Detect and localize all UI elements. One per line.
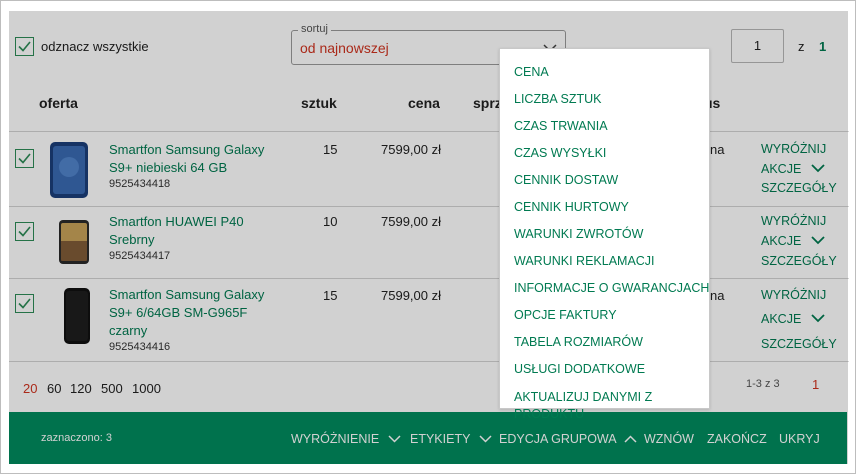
actions-link[interactable]: AKCJE	[761, 234, 825, 248]
bulk-edit-menu[interactable]: EDYCJA GRUPOWA	[499, 432, 637, 446]
page-size-120[interactable]: 120	[70, 381, 92, 396]
selected-count: zaznaczono: 3	[41, 432, 112, 444]
header-sales[interactable]: sprz	[473, 95, 502, 111]
menu-item-delivery-pricelist[interactable]: CENNIK DOSTAW	[514, 173, 618, 187]
menu-item-warranty-info[interactable]: INFORMACJE O GWARANCJACH	[514, 281, 709, 295]
actions-link[interactable]: AKCJE	[761, 312, 825, 326]
chevron-up-icon	[624, 435, 637, 443]
divider	[9, 278, 849, 279]
phone-thumbnail-icon[interactable]	[56, 287, 98, 345]
chevron-down-icon	[811, 236, 825, 245]
divider	[9, 131, 849, 132]
page-size-60[interactable]: 60	[47, 381, 61, 396]
phone-thumbnail-icon[interactable]	[53, 219, 95, 265]
offer-quantity: 15	[323, 142, 338, 157]
offer-sku: 9525434418	[109, 178, 171, 190]
bulk-edit-dropdown: CENA LICZBA SZTUK CZAS TRWANIA CZAS WYSY…	[499, 48, 710, 421]
menu-item-shipping-time[interactable]: CZAS WYSYŁKI	[514, 146, 606, 160]
page-link-current[interactable]: 1	[812, 377, 819, 392]
range-text: 1-3 z 3	[746, 378, 780, 390]
highlight-link[interactable]: WYRÓŻNIJ	[761, 214, 826, 228]
chevron-down-icon	[811, 314, 825, 323]
highlight-menu[interactable]: WYRÓŻNIENIE	[291, 432, 401, 446]
offer-status: na	[710, 288, 725, 303]
checkmark-icon	[18, 298, 31, 309]
offer-title[interactable]: Smartfon Samsung Galaxy S9+ 6/64GB SM-G9…	[109, 286, 264, 340]
offer-title[interactable]: Smartfon HUAWEI P40 Srebrny	[109, 213, 244, 249]
details-link[interactable]: SZCZEGÓŁY	[761, 337, 837, 351]
menu-item-complaint-terms[interactable]: WARUNKI REKLAMACJI	[514, 254, 655, 268]
row-checkbox[interactable]	[15, 149, 34, 168]
sort-value: od najnowszej	[300, 40, 389, 56]
menu-item-update-from-product[interactable]: AKTUALIZUJ DANYMI Z PRODUKTU	[514, 389, 652, 423]
offer-price: 7599,00 zł	[381, 142, 441, 157]
row-checkbox[interactable]	[15, 294, 34, 313]
checkmark-icon	[18, 153, 31, 164]
header-price[interactable]: cena	[408, 95, 440, 111]
chevron-down-icon	[479, 435, 492, 443]
divider	[9, 361, 849, 362]
labels-menu[interactable]: ETYKIETY	[410, 432, 492, 446]
details-link[interactable]: SZCZEGÓŁY	[761, 181, 837, 195]
actions-link[interactable]: AKCJE	[761, 162, 825, 176]
page-size-1000[interactable]: 1000	[132, 381, 161, 396]
bulk-actions-bar: zaznaczono: 3 WYRÓŻNIENIE ETYKIETY EDYCJ…	[9, 412, 847, 464]
header-quantity[interactable]: sztuk	[301, 95, 337, 111]
end-button[interactable]: ZAKOŃCZ	[707, 432, 767, 446]
highlight-link[interactable]: WYRÓŻNIJ	[761, 142, 826, 156]
divider	[9, 206, 849, 207]
checkmark-icon	[18, 226, 31, 237]
offer-title[interactable]: Smartfon Samsung Galaxy S9+ niebieski 64…	[109, 141, 264, 177]
phone-thumbnail-icon[interactable]	[48, 141, 90, 199]
select-all-label[interactable]: odznacz wszystkie	[41, 39, 149, 54]
offer-price: 7599,00 zł	[381, 214, 441, 229]
page-total[interactable]: 1	[819, 39, 826, 54]
menu-item-additional-services[interactable]: USŁUGI DODATKOWE	[514, 362, 645, 376]
details-link[interactable]: SZCZEGÓŁY	[761, 254, 837, 268]
offer-quantity: 15	[323, 288, 338, 303]
select-all-checkbox[interactable]	[15, 37, 34, 56]
page-of-label: z	[798, 39, 805, 54]
page-size-500[interactable]: 500	[101, 381, 123, 396]
offer-price: 7599,00 zł	[381, 288, 441, 303]
menu-item-price[interactable]: CENA	[514, 65, 549, 79]
chevron-down-icon	[388, 435, 401, 443]
hide-button[interactable]: UKRYJ	[779, 432, 820, 446]
offers-panel: odznacz wszystkie sortuj od najnowszej 1…	[0, 0, 856, 474]
offer-sku: 9525434417	[109, 250, 171, 262]
menu-item-return-terms[interactable]: WARUNKI ZWROTÓW	[514, 227, 643, 241]
page-size-20[interactable]: 20	[23, 381, 37, 396]
sort-legend: sortuj	[298, 23, 331, 35]
menu-item-invoice-options[interactable]: OPCJE FAKTURY	[514, 308, 617, 322]
checkmark-icon	[18, 41, 31, 52]
row-checkbox[interactable]	[15, 222, 34, 241]
menu-item-duration[interactable]: CZAS TRWANIA	[514, 119, 608, 133]
offer-sku: 9525434416	[109, 341, 171, 353]
header-offer[interactable]: oferta	[39, 95, 78, 111]
menu-item-wholesale-pricelist[interactable]: CENNIK HURTOWY	[514, 200, 629, 214]
menu-item-quantity[interactable]: LICZBA SZTUK	[514, 92, 602, 106]
chevron-down-icon	[811, 164, 825, 173]
offer-status: na	[710, 142, 725, 157]
highlight-link[interactable]: WYRÓŻNIJ	[761, 288, 826, 302]
menu-item-size-table[interactable]: TABELA ROZMIARÓW	[514, 335, 643, 349]
resume-button[interactable]: WZNÓW	[644, 432, 694, 446]
offer-quantity: 10	[323, 214, 338, 229]
page-number-input[interactable]: 1	[731, 29, 784, 63]
